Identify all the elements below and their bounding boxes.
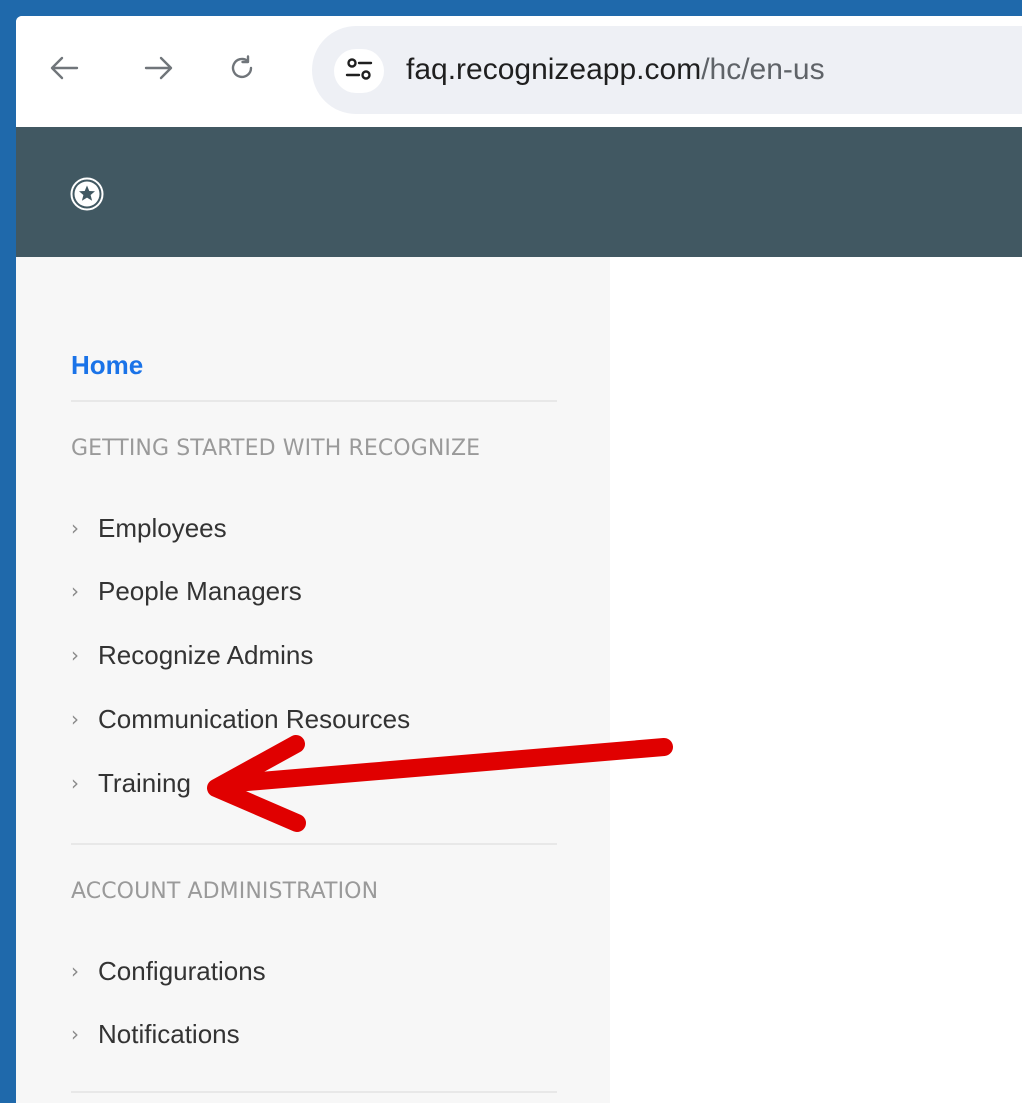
- chevron-right-icon: ›: [71, 579, 79, 603]
- chevron-right-icon: ›: [71, 643, 79, 667]
- nav-item-training[interactable]: › Training: [71, 765, 191, 801]
- nav-item-employees[interactable]: › Employees: [71, 510, 227, 546]
- divider: [71, 843, 557, 845]
- nav-item-communication-resources[interactable]: › Communication Resources: [71, 701, 410, 737]
- arrow-right-icon: [144, 55, 174, 81]
- main-content: [610, 257, 1022, 1103]
- home-link[interactable]: Home: [71, 349, 143, 381]
- site-header: [16, 127, 1022, 257]
- reload-icon: [228, 54, 256, 82]
- star-badge-icon[interactable]: [70, 177, 104, 211]
- url-path: /hc/en-us: [701, 53, 825, 86]
- browser-window: faq.recognizeapp.com/hc/en-us Home GETTI…: [16, 16, 1022, 1103]
- section-heading-getting-started: GETTING STARTED WITH RECOGNIZE: [71, 436, 481, 461]
- reload-button[interactable]: [222, 46, 262, 90]
- nav-item-label: Training: [98, 768, 191, 798]
- browser-toolbar: faq.recognizeapp.com/hc/en-us: [16, 16, 1022, 127]
- nav-item-recognize-admins[interactable]: › Recognize Admins: [71, 637, 313, 673]
- chevron-right-icon: ›: [71, 959, 79, 983]
- forward-button[interactable]: [139, 46, 179, 90]
- chevron-right-icon: ›: [71, 1022, 79, 1046]
- nav-item-label: Recognize Admins: [98, 640, 314, 670]
- nav-item-label: Employees: [98, 513, 227, 543]
- url-text[interactable]: faq.recognizeapp.com/hc/en-us: [406, 50, 825, 90]
- chevron-right-icon: ›: [71, 707, 79, 731]
- chevron-right-icon: ›: [71, 516, 79, 540]
- sidebar: Home GETTING STARTED WITH RECOGNIZE › Em…: [16, 257, 610, 1103]
- site-info-button[interactable]: [334, 49, 384, 93]
- nav-item-configurations[interactable]: › Configurations: [71, 953, 266, 989]
- tune-icon: [344, 56, 374, 87]
- nav-item-label: Configurations: [98, 956, 266, 986]
- back-button[interactable]: [44, 46, 84, 90]
- nav-item-label: People Managers: [98, 576, 302, 606]
- divider: [71, 400, 557, 402]
- chevron-right-icon: ›: [71, 771, 79, 795]
- section-heading-account-administration: ACCOUNT ADMINISTRATION: [71, 879, 379, 904]
- url-host: faq.recognizeapp.com: [406, 53, 702, 86]
- arrow-left-icon: [49, 55, 79, 81]
- divider: [71, 1091, 557, 1093]
- nav-item-label: Communication Resources: [98, 704, 411, 734]
- nav-item-notifications[interactable]: › Notifications: [71, 1016, 240, 1052]
- nav-item-label: Notifications: [98, 1019, 240, 1049]
- nav-item-people-managers[interactable]: › People Managers: [71, 573, 302, 609]
